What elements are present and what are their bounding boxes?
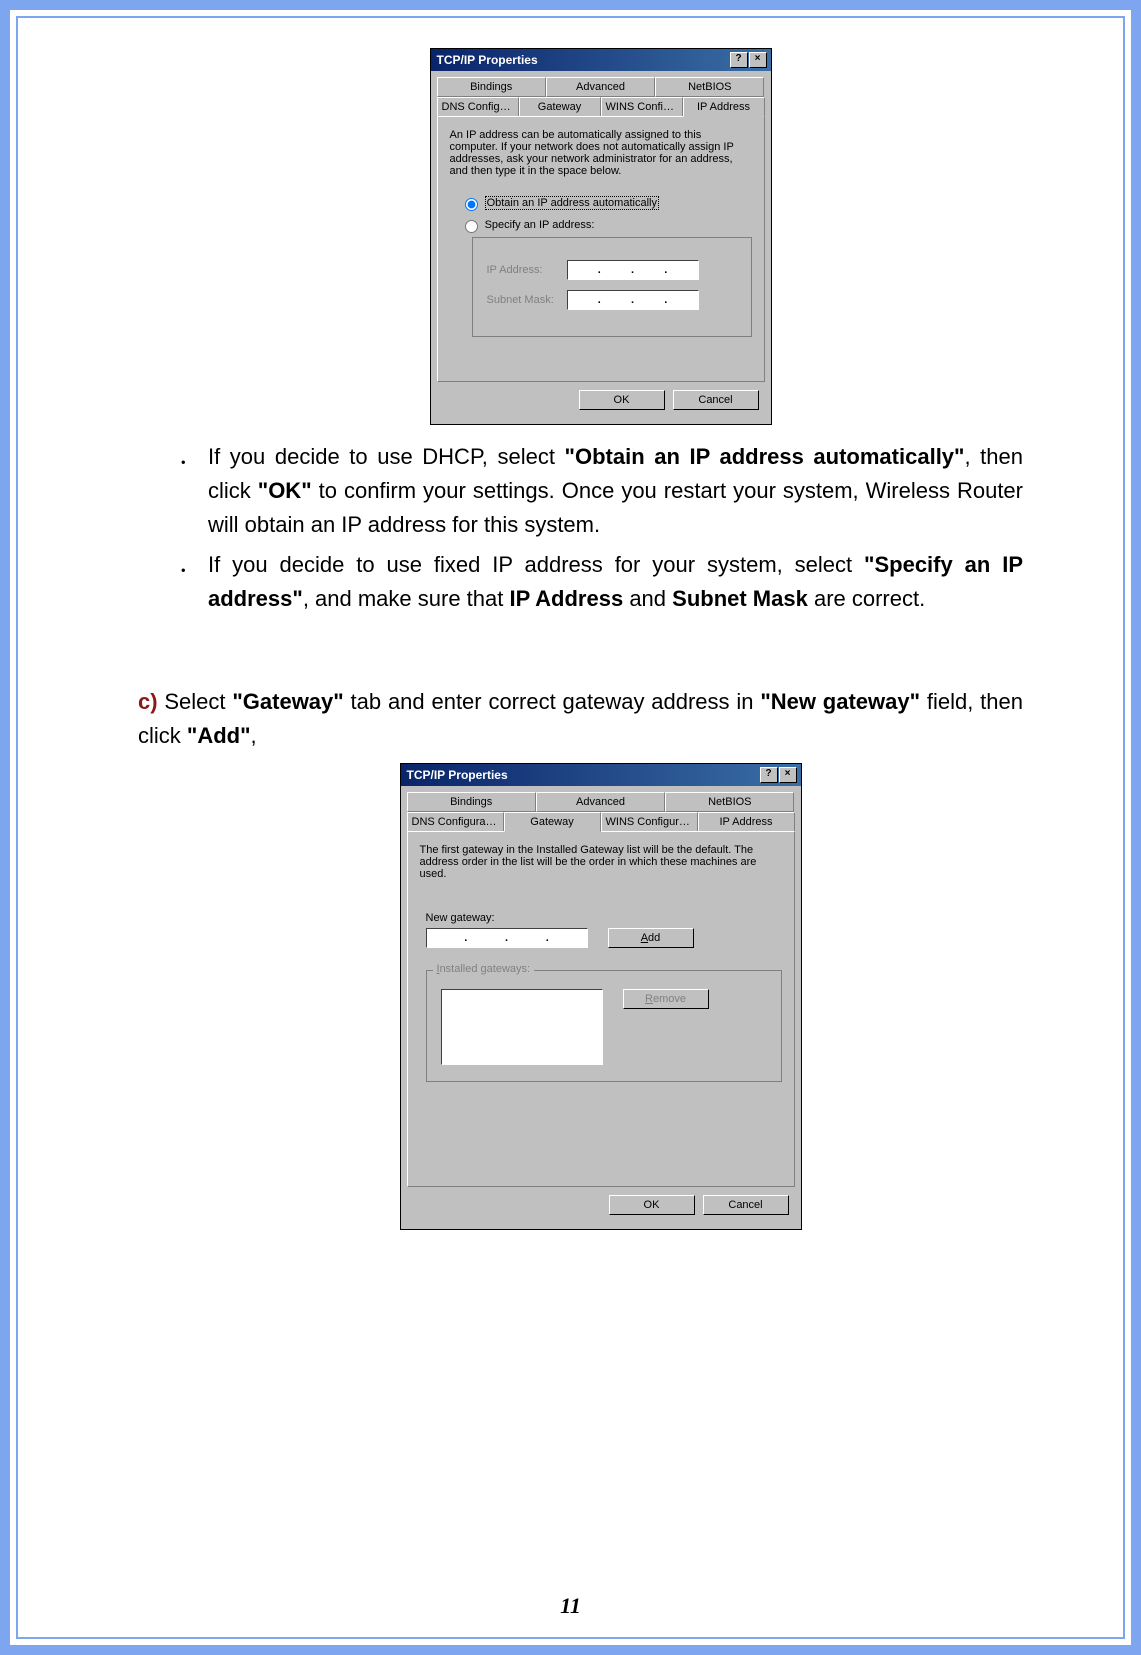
b1-bold-2: "OK" <box>258 478 312 503</box>
cancel-button[interactable]: Cancel <box>673 390 759 410</box>
titlebar: TCP/IP Properties ? × <box>401 764 801 786</box>
cancel-button[interactable]: Cancel <box>703 1195 789 1215</box>
tab-ip-address[interactable]: IP Address <box>683 97 765 117</box>
step-c-b2: "New gateway" <box>760 689 920 714</box>
ip-address-row: IP Address: ... <box>487 260 737 280</box>
tab-wins-configuration[interactable]: WINS Configuration <box>601 812 698 832</box>
new-gateway-label: New gateway: <box>426 912 782 924</box>
tab-body-gateway: The first gateway in the Installed Gatew… <box>407 831 795 1187</box>
specify-group: IP Address: ... Subnet Mask: ... <box>472 237 752 337</box>
radio-obtain-auto-input[interactable] <box>465 198 478 211</box>
b2-bold-3: Subnet Mask <box>672 586 808 611</box>
add-button[interactable]: Add <box>608 928 694 948</box>
gateway-description: The first gateway in the Installed Gatew… <box>420 844 782 880</box>
step-c-t4: , <box>251 723 257 748</box>
bullet-1: ． If you decide to use DHCP, select "Obt… <box>178 440 1023 542</box>
tab-gateway[interactable]: Gateway <box>519 97 601 117</box>
help-icon[interactable]: ? <box>760 767 778 783</box>
b2-text-1: If you decide to use fixed IP address fo… <box>208 552 864 577</box>
bullet-2: ． If you decide to use fixed IP address … <box>178 548 1023 616</box>
tab-dns-configuration[interactable]: DNS Configuration <box>407 812 504 832</box>
installed-gateways-label: Installed gateways: <box>433 963 535 975</box>
tcpip-dialog-ipaddress: TCP/IP Properties ? × Bindings Advanced … <box>430 48 772 425</box>
subnet-mask-label: Subnet Mask: <box>487 294 567 306</box>
tab-dns-configuration[interactable]: DNS Configuration <box>437 97 519 117</box>
page-number: 11 <box>18 1593 1123 1619</box>
b2-text-4: are correct. <box>808 586 925 611</box>
close-icon[interactable]: × <box>779 767 797 783</box>
tab-wins-configuration[interactable]: WINS Configuration <box>601 97 683 117</box>
new-gateway-field[interactable]: ... <box>426 928 588 948</box>
step-c-b1: "Gateway" <box>232 689 343 714</box>
titlebar: TCP/IP Properties ? × <box>431 49 771 71</box>
help-icon[interactable]: ? <box>730 52 748 68</box>
page-frame-inner: TCP/IP Properties ? × Bindings Advanced … <box>16 16 1125 1639</box>
b1-text-3: to confirm your settings. Once you resta… <box>208 478 1023 537</box>
installed-gateways-list[interactable] <box>441 989 603 1065</box>
radio-specify-label: Specify an IP address: <box>485 219 595 231</box>
close-icon[interactable]: × <box>749 52 767 68</box>
bullet-marker: ． <box>178 440 208 542</box>
ipaddress-description: An IP address can be automatically assig… <box>450 129 752 177</box>
tab-bindings[interactable]: Bindings <box>407 792 536 812</box>
step-c-paragraph: c) Select "Gateway" tab and enter correc… <box>138 685 1023 753</box>
step-c-t2: tab and enter correct gateway address in <box>344 689 761 714</box>
step-c-paragraph <box>108 650 1033 684</box>
installed-gateways-group: Installed gateways: Remove <box>426 970 782 1082</box>
remove-button[interactable]: Remove <box>623 989 709 1009</box>
window-title: TCP/IP Properties <box>435 53 538 67</box>
tab-strip: Bindings Advanced NetBIOS DNS Configurat… <box>407 792 795 832</box>
tab-netbios[interactable]: NetBIOS <box>665 792 794 812</box>
tab-netbios[interactable]: NetBIOS <box>655 77 764 97</box>
ip-address-field[interactable]: ... <box>567 260 699 280</box>
tab-advanced[interactable]: Advanced <box>536 792 665 812</box>
b2-text-3: and <box>623 586 672 611</box>
tcpip-dialog-gateway: TCP/IP Properties ? × Bindings Advanced … <box>400 763 802 1230</box>
dialog-client: Bindings Advanced NetBIOS DNS Configurat… <box>431 71 771 424</box>
button-bar: OK Cancel <box>437 382 765 418</box>
tab-ip-address[interactable]: IP Address <box>698 812 795 832</box>
add-label-rest: dd <box>648 932 660 944</box>
step-c-b3: "Add" <box>187 723 251 748</box>
ip-address-label: IP Address: <box>487 264 567 276</box>
dialog-client: Bindings Advanced NetBIOS DNS Configurat… <box>401 786 801 1229</box>
tab-bindings[interactable]: Bindings <box>437 77 546 97</box>
window-title: TCP/IP Properties <box>405 768 508 782</box>
b1-bold-1: "Obtain an IP address automatically" <box>565 444 965 469</box>
ok-button[interactable]: OK <box>579 390 665 410</box>
tab-gateway[interactable]: Gateway <box>504 812 601 832</box>
bullet-marker: ． <box>178 548 208 616</box>
b2-bold-2: IP Address <box>509 586 623 611</box>
tab-strip: Bindings Advanced NetBIOS DNS Configurat… <box>437 77 765 117</box>
radio-specify-input[interactable] <box>465 220 478 233</box>
b1-text-1: If you decide to use DHCP, select <box>208 444 565 469</box>
tab-body-ipaddress: An IP address can be automatically assig… <box>437 116 765 382</box>
subnet-mask-field[interactable]: ... <box>567 290 699 310</box>
step-c-label: c) <box>138 689 158 714</box>
page-frame-outer: TCP/IP Properties ? × Bindings Advanced … <box>0 0 1141 1655</box>
radio-obtain-auto-label: Obtain an IP address automatically <box>485 196 659 210</box>
radio-specify[interactable]: Specify an IP address: <box>460 217 752 233</box>
button-bar: OK Cancel <box>407 1187 795 1223</box>
content-column: TCP/IP Properties ? × Bindings Advanced … <box>178 48 1023 1230</box>
bullet-list: ． If you decide to use DHCP, select "Obt… <box>178 440 1023 616</box>
b2-text-2: , and make sure that <box>303 586 510 611</box>
step-c-t1: Select <box>158 689 233 714</box>
tab-advanced[interactable]: Advanced <box>546 77 655 97</box>
ok-button[interactable]: OK <box>609 1195 695 1215</box>
subnet-mask-row: Subnet Mask: ... <box>487 290 737 310</box>
radio-obtain-auto[interactable]: Obtain an IP address automatically <box>460 195 752 211</box>
